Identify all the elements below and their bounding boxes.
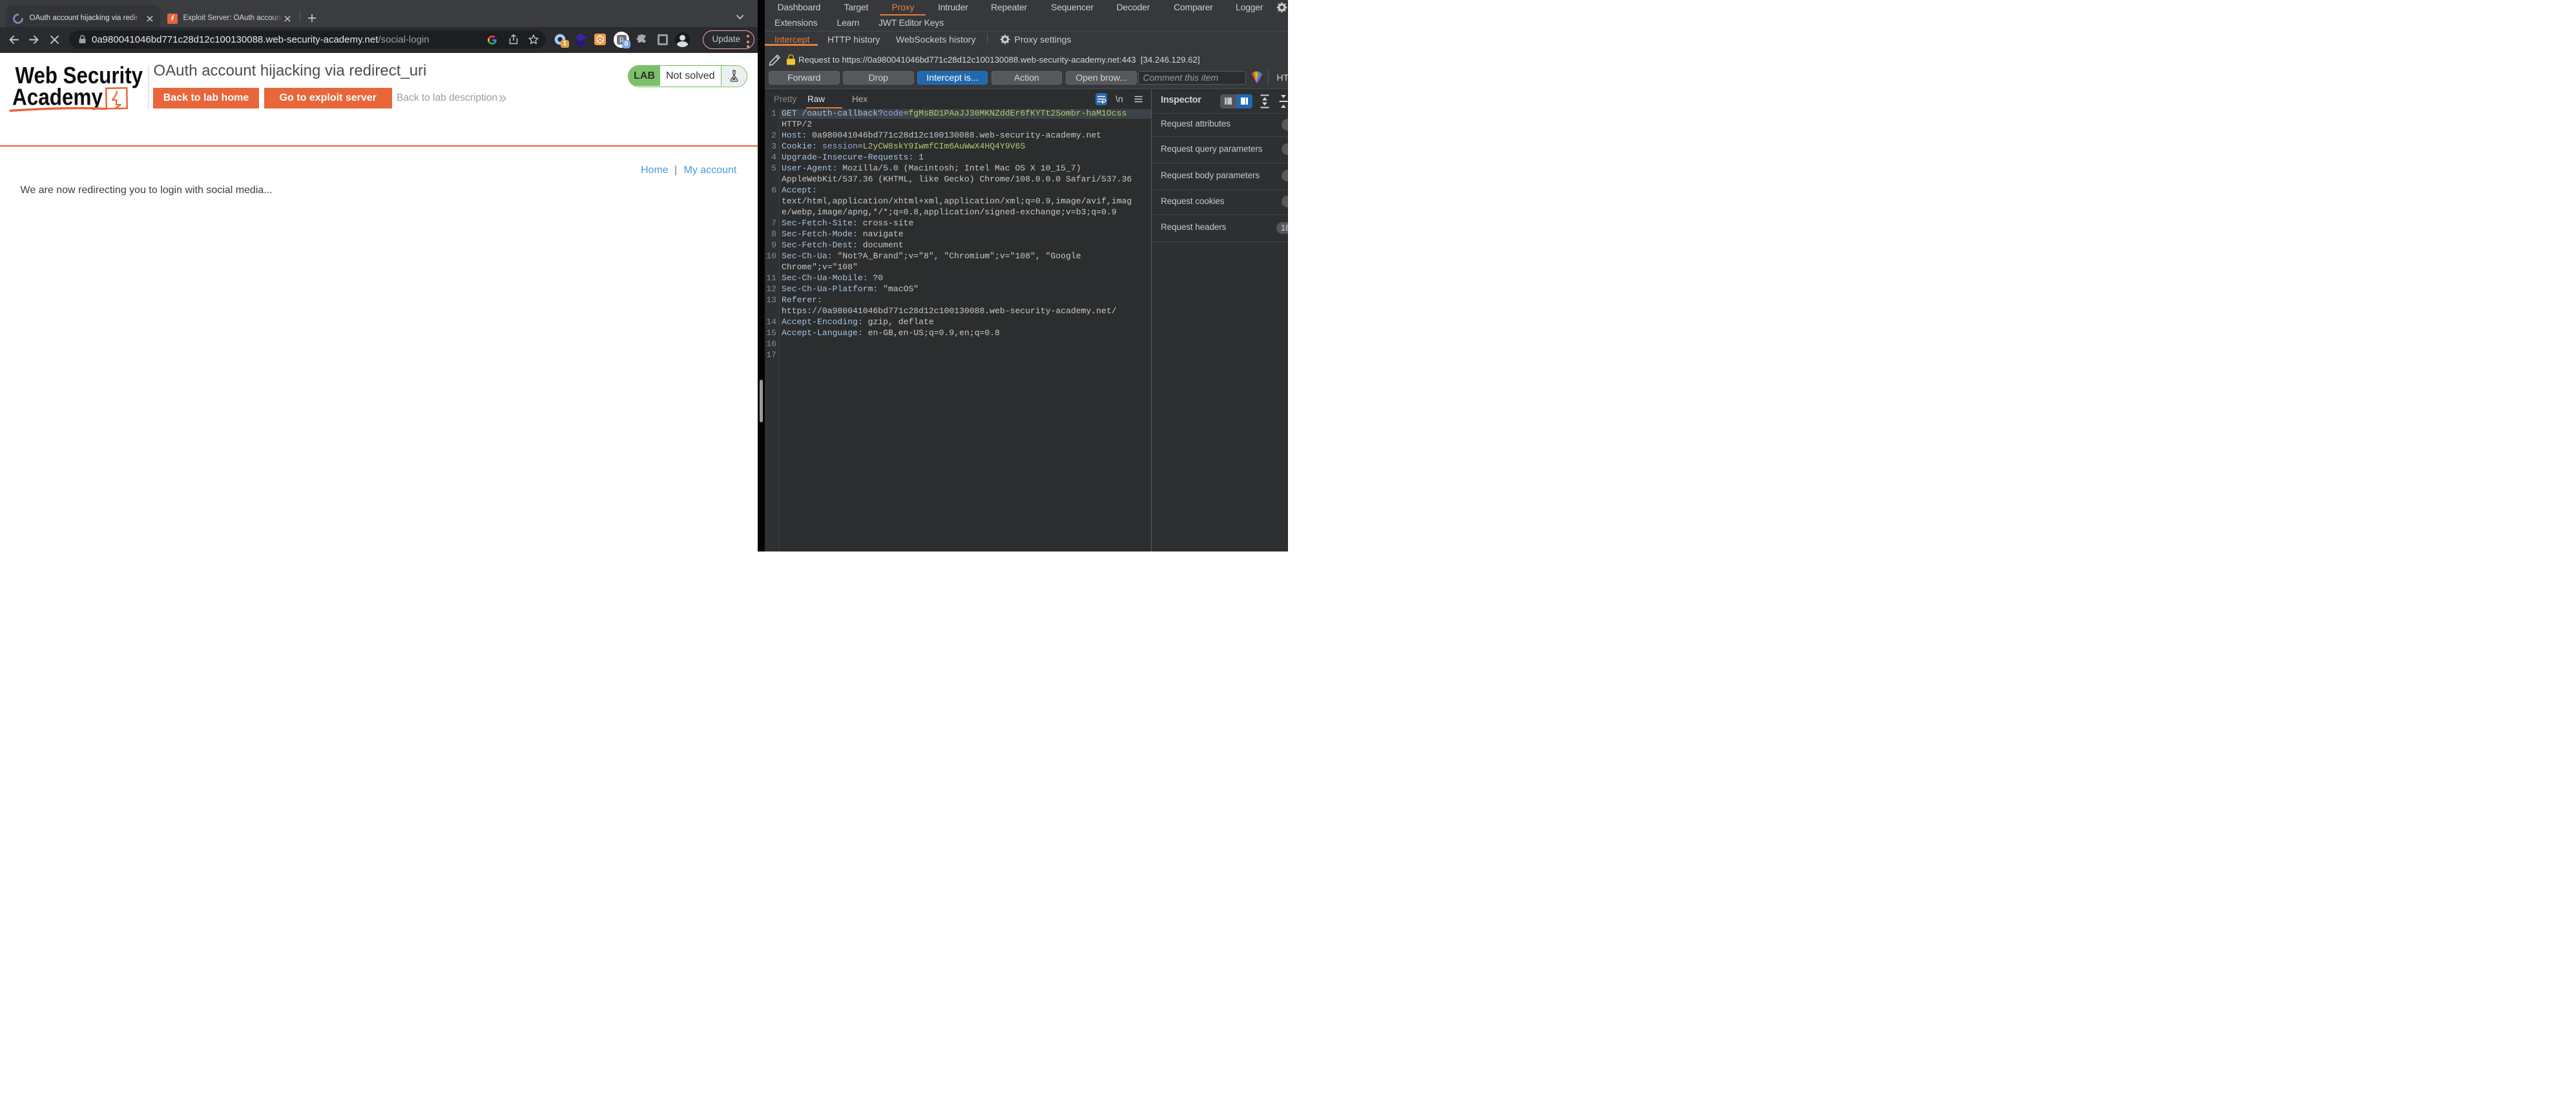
svg-text:Academy: Academy [12, 84, 103, 110]
